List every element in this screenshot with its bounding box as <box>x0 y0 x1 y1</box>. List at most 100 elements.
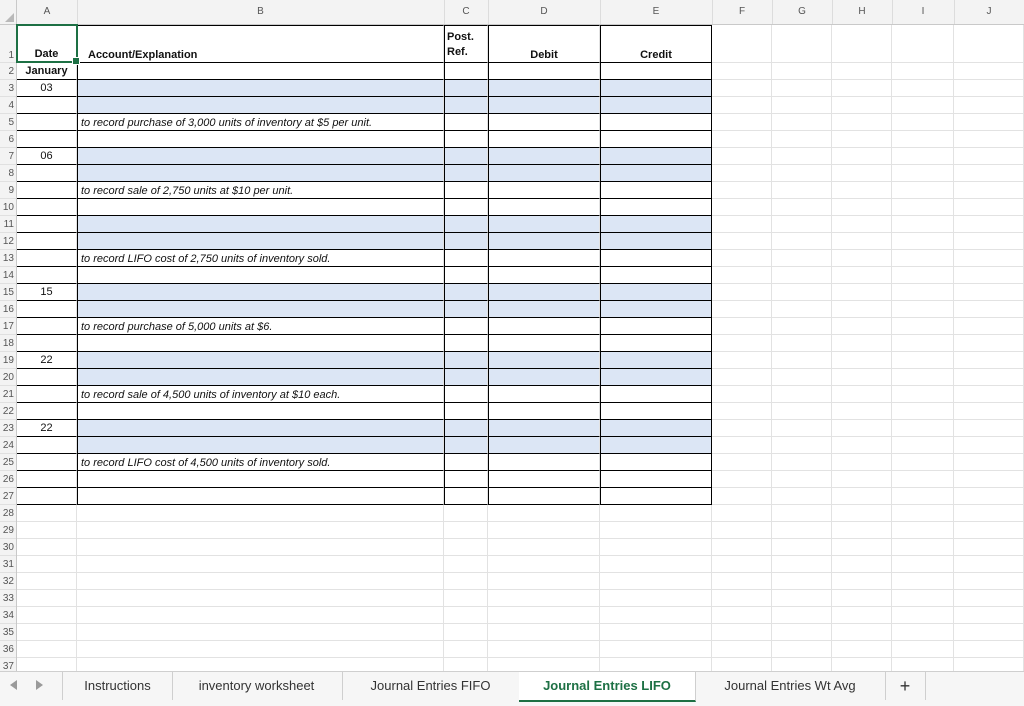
cell-E30[interactable] <box>600 539 712 556</box>
cell-D22[interactable] <box>488 403 600 420</box>
cell-J14[interactable] <box>954 267 1024 284</box>
cell-E3[interactable] <box>600 80 712 97</box>
cell-E18[interactable] <box>600 335 712 352</box>
cell-H26[interactable] <box>832 471 892 488</box>
cell-B15[interactable] <box>77 284 444 301</box>
cell-F16[interactable] <box>712 301 772 318</box>
cell-C29[interactable] <box>444 522 488 539</box>
cell-J22[interactable] <box>954 403 1024 420</box>
row-header-27[interactable]: 27 <box>0 488 16 505</box>
cell-A14[interactable] <box>17 267 77 284</box>
cell-C6[interactable] <box>444 131 488 148</box>
cell-I7[interactable] <box>892 148 954 165</box>
cell-G2[interactable] <box>772 63 832 80</box>
cell-E4[interactable] <box>600 97 712 114</box>
cell-J16[interactable] <box>954 301 1024 318</box>
cell-C18[interactable] <box>444 335 488 352</box>
cell-D1[interactable]: Debit <box>488 25 600 63</box>
cell-F15[interactable] <box>712 284 772 301</box>
cell-G12[interactable] <box>772 233 832 250</box>
cell-I24[interactable] <box>892 437 954 454</box>
cell-J9[interactable] <box>954 182 1024 199</box>
cell-G28[interactable] <box>772 505 832 522</box>
column-header-b[interactable]: B <box>77 0 445 24</box>
cell-G5[interactable] <box>772 114 832 131</box>
row-header-12[interactable]: 12 <box>0 233 16 250</box>
cell-E8[interactable] <box>600 165 712 182</box>
cell-H11[interactable] <box>832 216 892 233</box>
row-header-20[interactable]: 20 <box>0 369 16 386</box>
cell-G31[interactable] <box>772 556 832 573</box>
cell-D15[interactable] <box>488 284 600 301</box>
cell-C2[interactable] <box>444 63 488 80</box>
cell-F18[interactable] <box>712 335 772 352</box>
cell-C23[interactable] <box>444 420 488 437</box>
cell-E36[interactable] <box>600 641 712 658</box>
cell-D16[interactable] <box>488 301 600 318</box>
cell-A26[interactable] <box>17 471 77 488</box>
cell-E1[interactable]: Credit <box>600 25 712 63</box>
cell-E14[interactable] <box>600 267 712 284</box>
cell-I21[interactable] <box>892 386 954 403</box>
cell-H33[interactable] <box>832 590 892 607</box>
cell-C16[interactable] <box>444 301 488 318</box>
cell-D32[interactable] <box>488 573 600 590</box>
cell-D33[interactable] <box>488 590 600 607</box>
cell-D4[interactable] <box>488 97 600 114</box>
column-header-i[interactable]: I <box>892 0 955 24</box>
cell-B2[interactable] <box>77 63 444 80</box>
cell-F20[interactable] <box>712 369 772 386</box>
cell-J4[interactable] <box>954 97 1024 114</box>
cell-C30[interactable] <box>444 539 488 556</box>
cell-I27[interactable] <box>892 488 954 505</box>
cell-H14[interactable] <box>832 267 892 284</box>
cell-D21[interactable] <box>488 386 600 403</box>
cell-H20[interactable] <box>832 369 892 386</box>
prev-sheet-icon[interactable] <box>10 680 17 690</box>
cell-B21[interactable]: to record sale of 4,500 units of invento… <box>77 386 444 403</box>
cell-A7[interactable]: 06 <box>17 148 77 165</box>
cell-E11[interactable] <box>600 216 712 233</box>
cell-G26[interactable] <box>772 471 832 488</box>
cell-B4[interactable] <box>77 97 444 114</box>
cell-D5[interactable] <box>488 114 600 131</box>
column-header-h[interactable]: H <box>832 0 893 24</box>
cell-J12[interactable] <box>954 233 1024 250</box>
cell-E34[interactable] <box>600 607 712 624</box>
cell-B3[interactable] <box>77 80 444 97</box>
cell-A15[interactable]: 15 <box>17 284 77 301</box>
cell-J35[interactable] <box>954 624 1024 641</box>
cell-A24[interactable] <box>17 437 77 454</box>
cell-J24[interactable] <box>954 437 1024 454</box>
cell-G34[interactable] <box>772 607 832 624</box>
row-header-5[interactable]: 5 <box>0 114 16 131</box>
row-header-26[interactable]: 26 <box>0 471 16 488</box>
cell-J29[interactable] <box>954 522 1024 539</box>
cell-J28[interactable] <box>954 505 1024 522</box>
row-header-10[interactable]: 10 <box>0 199 16 216</box>
cell-E26[interactable] <box>600 471 712 488</box>
cell-F29[interactable] <box>712 522 772 539</box>
cell-F26[interactable] <box>712 471 772 488</box>
cell-D11[interactable] <box>488 216 600 233</box>
cell-G27[interactable] <box>772 488 832 505</box>
cell-F33[interactable] <box>712 590 772 607</box>
cell-I10[interactable] <box>892 199 954 216</box>
cell-C22[interactable] <box>444 403 488 420</box>
cell-C25[interactable] <box>444 454 488 471</box>
cell-J18[interactable] <box>954 335 1024 352</box>
cell-B14[interactable] <box>77 267 444 284</box>
cell-A28[interactable] <box>17 505 77 522</box>
cell-H9[interactable] <box>832 182 892 199</box>
cell-G22[interactable] <box>772 403 832 420</box>
cell-F10[interactable] <box>712 199 772 216</box>
cell-C12[interactable] <box>444 233 488 250</box>
cell-A9[interactable] <box>17 182 77 199</box>
tab-journal-entries-wt-avg[interactable]: Journal Entries Wt Avg <box>695 672 886 700</box>
cell-I29[interactable] <box>892 522 954 539</box>
cell-E24[interactable] <box>600 437 712 454</box>
cell-I28[interactable] <box>892 505 954 522</box>
cell-A1[interactable]: Date <box>17 25 77 63</box>
cell-A32[interactable] <box>17 573 77 590</box>
cell-C4[interactable] <box>444 97 488 114</box>
